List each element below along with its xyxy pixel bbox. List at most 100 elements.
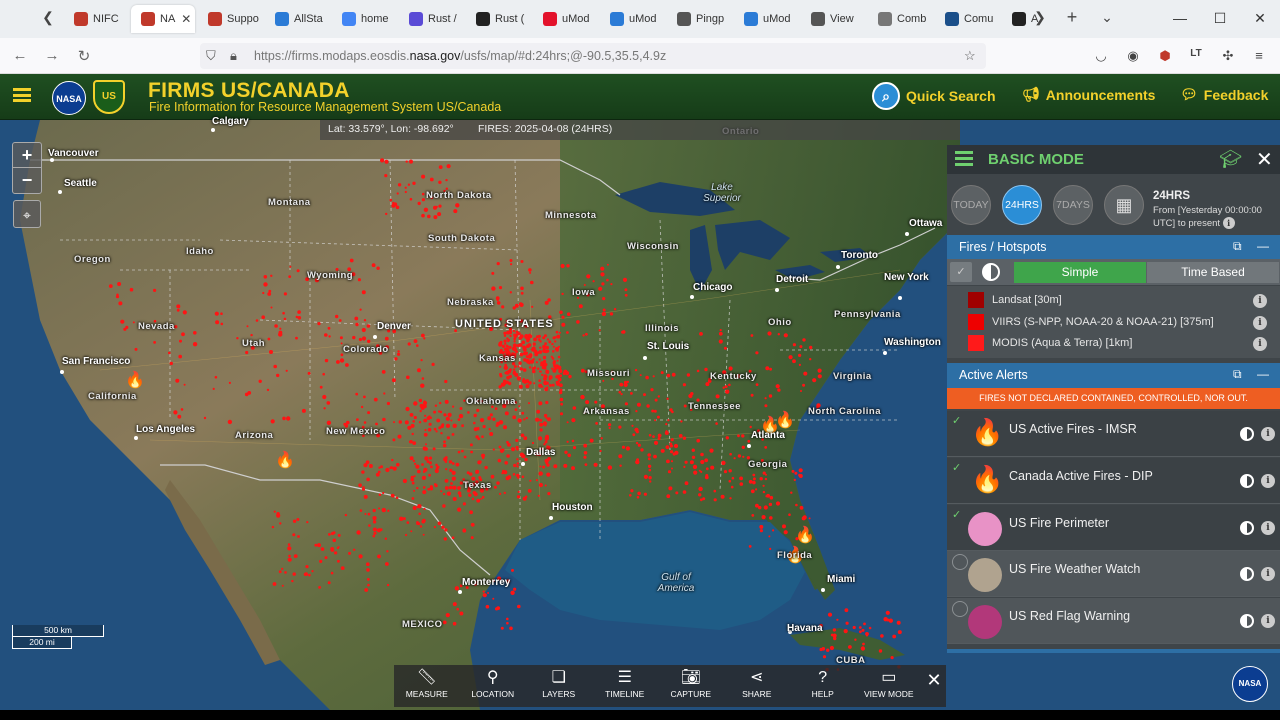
active-alerts-header[interactable]: Active Alerts ⧉ — bbox=[947, 363, 1280, 388]
hotspot-point[interactable] bbox=[531, 441, 535, 445]
hotspot-point[interactable] bbox=[598, 329, 601, 332]
hotspot-point[interactable] bbox=[516, 495, 521, 499]
forward-icon[interactable]: → bbox=[42, 47, 62, 64]
hotspot-point[interactable] bbox=[409, 159, 413, 164]
hotspot-point[interactable] bbox=[529, 359, 535, 364]
hotspot-point[interactable] bbox=[653, 454, 657, 459]
hotspot-point[interactable] bbox=[557, 355, 561, 359]
hotspot-point[interactable] bbox=[647, 464, 652, 468]
hotspot-point[interactable] bbox=[747, 439, 751, 443]
hotspot-point[interactable] bbox=[413, 415, 417, 420]
hotspot-point[interactable] bbox=[125, 325, 129, 329]
hotspot-point[interactable] bbox=[420, 405, 425, 410]
hotspot-point[interactable] bbox=[220, 312, 223, 315]
hotspot-point[interactable] bbox=[620, 393, 623, 396]
hotspot-point[interactable] bbox=[640, 448, 644, 452]
hotspot-point[interactable] bbox=[536, 409, 541, 414]
hotspot-point[interactable] bbox=[366, 562, 370, 566]
hotspot-point[interactable] bbox=[446, 436, 450, 440]
hotspot-point[interactable] bbox=[423, 507, 426, 511]
hotspot-point[interactable] bbox=[748, 545, 752, 548]
hotspot-point[interactable] bbox=[228, 381, 231, 384]
tab-close-icon[interactable]: ✕ bbox=[181, 12, 191, 26]
hotspot-point[interactable] bbox=[459, 611, 464, 616]
hotspot-point[interactable] bbox=[404, 190, 407, 194]
hotspot-point[interactable] bbox=[519, 302, 524, 307]
hotspot-point[interactable] bbox=[852, 625, 856, 630]
hotspot-point[interactable] bbox=[384, 336, 389, 341]
hotspot-point[interactable] bbox=[482, 590, 485, 593]
hotspot-point[interactable] bbox=[445, 468, 448, 471]
hotspot-point[interactable] bbox=[571, 466, 575, 471]
hotspot-point[interactable] bbox=[487, 592, 490, 594]
hotspot-point[interactable] bbox=[405, 160, 408, 163]
hotspot-point[interactable] bbox=[524, 334, 529, 339]
hotspot-point[interactable] bbox=[324, 358, 329, 363]
hotspot-point[interactable] bbox=[493, 485, 497, 489]
hotspot-point[interactable] bbox=[496, 299, 499, 302]
hotspot-point[interactable] bbox=[512, 415, 517, 420]
hotspot-point[interactable] bbox=[274, 324, 278, 328]
hotspot-point[interactable] bbox=[519, 367, 523, 371]
hotspot-point[interactable] bbox=[267, 337, 271, 341]
hotspot-point[interactable] bbox=[509, 259, 513, 262]
browser-tab[interactable]: AllSta bbox=[265, 5, 327, 33]
hotspot-point[interactable] bbox=[526, 339, 530, 343]
hotspot-point[interactable] bbox=[622, 277, 628, 282]
hotspot-point[interactable] bbox=[416, 505, 419, 509]
hotspot-point[interactable] bbox=[306, 521, 309, 524]
hotspot-point[interactable] bbox=[438, 410, 441, 413]
announcements-button[interactable]: 📢︎ Announcements bbox=[1022, 86, 1155, 103]
browser-tab[interactable]: uMod bbox=[600, 5, 662, 33]
timeline-button[interactable]: ☰ TIMELINE bbox=[592, 665, 658, 707]
main-menu-icon[interactable] bbox=[13, 88, 31, 102]
hotspot-point[interactable] bbox=[245, 350, 249, 355]
browser-tab[interactable]: Comu bbox=[935, 5, 997, 33]
hotspot-point[interactable] bbox=[385, 562, 389, 566]
hotspot-point[interactable] bbox=[648, 476, 652, 480]
hotspot-point[interactable] bbox=[538, 482, 544, 488]
hotspot-point[interactable] bbox=[499, 365, 502, 368]
select-all-checkbox[interactable]: ✓ bbox=[950, 262, 972, 282]
lock-icon[interactable]: 🔒︎ bbox=[230, 48, 237, 64]
hotspot-point[interactable] bbox=[287, 543, 291, 546]
hotspot-point[interactable] bbox=[442, 443, 447, 448]
hotspot-point[interactable] bbox=[564, 450, 568, 454]
hotspot-point[interactable] bbox=[762, 490, 766, 494]
feedback-button[interactable]: 💬︎ Feedback bbox=[1180, 86, 1268, 103]
hotspot-point[interactable] bbox=[404, 420, 409, 425]
hotspot-point[interactable] bbox=[285, 369, 288, 372]
hotspot-point[interactable] bbox=[764, 404, 768, 408]
hotspot-point[interactable] bbox=[518, 361, 522, 365]
hotspot-point[interactable] bbox=[594, 400, 598, 404]
hotspot-point[interactable] bbox=[482, 425, 486, 429]
hotspot-point[interactable] bbox=[758, 505, 762, 510]
hotspot-point[interactable] bbox=[407, 183, 411, 186]
hotspot-point[interactable] bbox=[792, 359, 796, 364]
hotspot-point[interactable] bbox=[428, 415, 431, 418]
hotspot-point[interactable] bbox=[353, 548, 356, 551]
hotspot-point[interactable] bbox=[462, 502, 466, 506]
hotspot-point[interactable] bbox=[279, 522, 282, 525]
hotspot-point[interactable] bbox=[384, 159, 389, 164]
hotspot-point[interactable] bbox=[802, 515, 807, 520]
hotspot-point[interactable] bbox=[439, 401, 442, 405]
hotspot-point[interactable] bbox=[709, 448, 714, 453]
hotspot-point[interactable] bbox=[583, 443, 588, 448]
hotspot-point[interactable] bbox=[533, 382, 536, 385]
opacity-toggle-icon[interactable] bbox=[1240, 614, 1254, 629]
hotspot-point[interactable] bbox=[647, 457, 651, 461]
hotspot-point[interactable] bbox=[897, 630, 902, 635]
hotspot-point[interactable] bbox=[533, 337, 537, 342]
hotspot-point[interactable] bbox=[421, 333, 425, 338]
hotspot-point[interactable] bbox=[457, 450, 461, 454]
hotspot-point[interactable] bbox=[334, 551, 338, 555]
hotspot-point[interactable] bbox=[488, 428, 491, 431]
zoom-out-button[interactable]: − bbox=[13, 168, 41, 193]
hotspot-point[interactable] bbox=[463, 455, 467, 459]
hotspot-point[interactable] bbox=[176, 304, 181, 309]
hotspot-point[interactable] bbox=[636, 402, 641, 407]
hotspot-point[interactable] bbox=[854, 638, 857, 641]
hotspot-point[interactable] bbox=[271, 525, 275, 529]
hotspot-point[interactable] bbox=[540, 364, 543, 367]
